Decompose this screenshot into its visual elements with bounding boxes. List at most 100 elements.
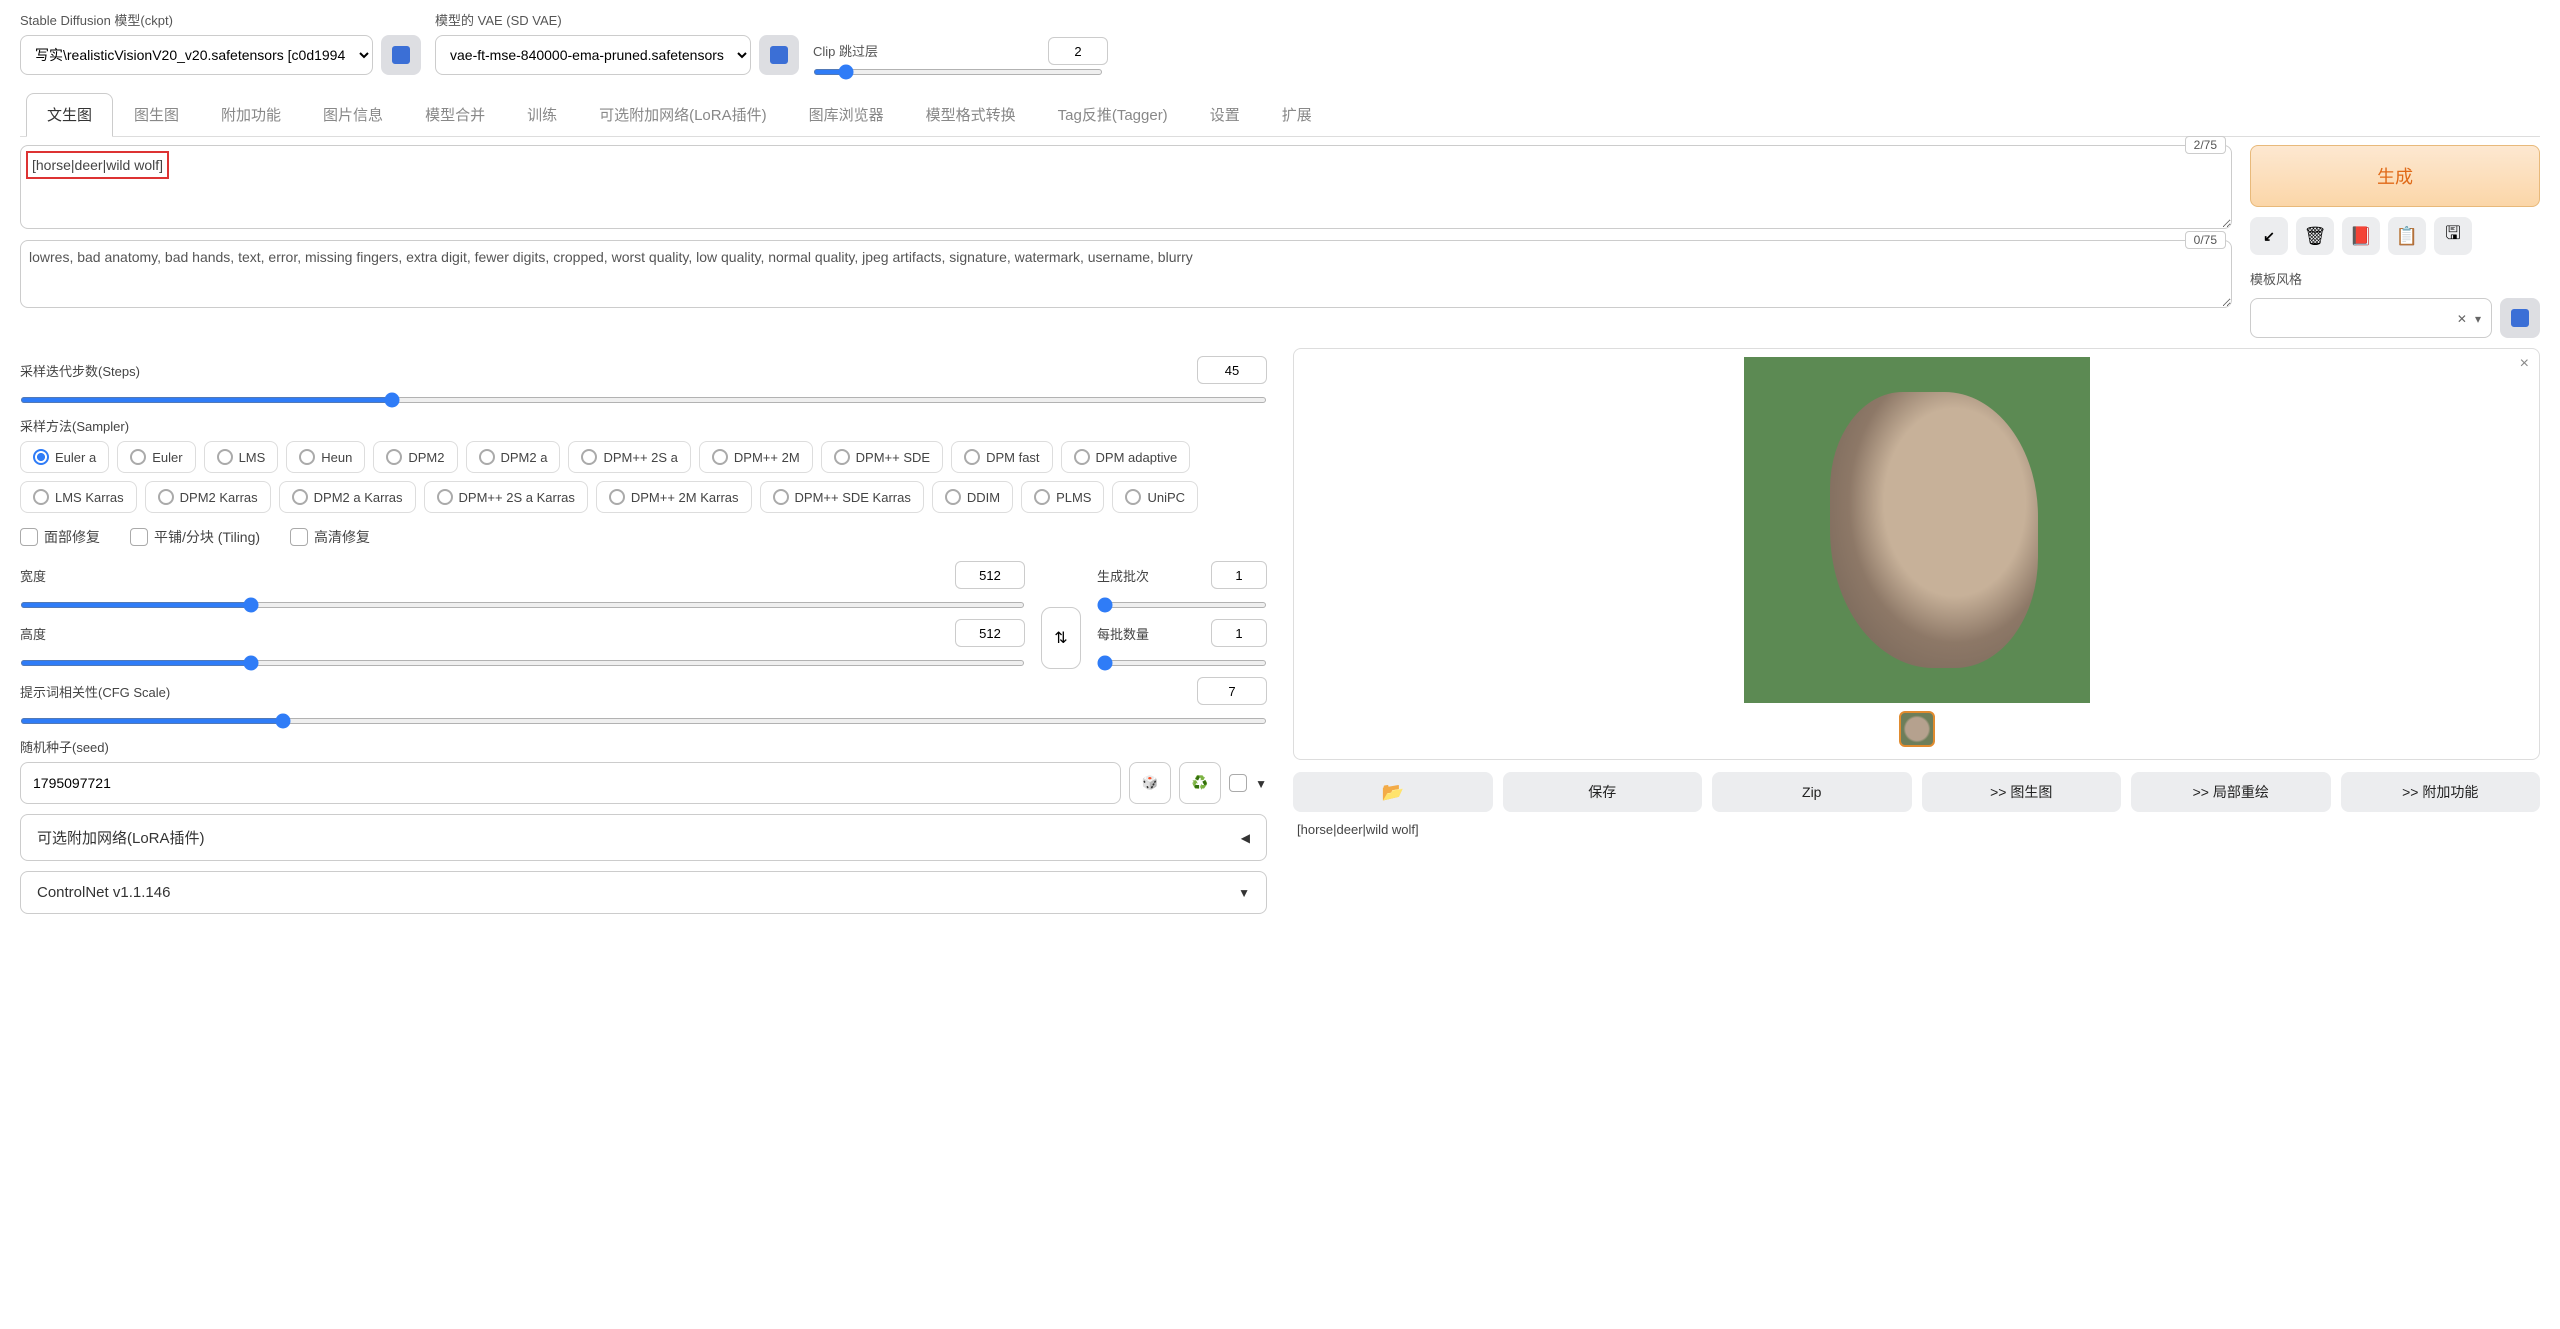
extra-networks-button[interactable]	[2342, 217, 2380, 255]
hires-checkbox[interactable]: 高清修复	[290, 527, 370, 547]
clip-value[interactable]	[1048, 37, 1108, 65]
expand-icon	[1238, 884, 1250, 901]
sampler-lms-karras[interactable]: LMS Karras	[20, 481, 137, 513]
tab-6[interactable]: 可选附加网络(LoRA插件)	[578, 93, 788, 136]
close-icon[interactable]: ×	[2520, 355, 2529, 373]
ckpt-select[interactable]: 写实\realisticVisionV20_v20.safetensors [c…	[20, 35, 373, 75]
width-value[interactable]	[955, 561, 1025, 589]
tab-10[interactable]: 设置	[1189, 93, 1261, 136]
batch-count-value[interactable]	[1211, 561, 1267, 589]
sampler-dpm-sde-karras[interactable]: DPM++ SDE Karras	[760, 481, 924, 513]
neg-token-count: 0/75	[2185, 231, 2226, 249]
negative-prompt[interactable]	[20, 240, 2232, 308]
random-seed-button[interactable]	[1129, 762, 1171, 804]
style-select[interactable]	[2250, 298, 2492, 338]
vae-label: 模型的 VAE (SD VAE)	[435, 10, 799, 29]
controlnet-accordion[interactable]: ControlNet v1.1.146	[20, 871, 1267, 914]
sampler-dpm-2s-a-karras[interactable]: DPM++ 2S a Karras	[424, 481, 588, 513]
sampler-ddim[interactable]: DDIM	[932, 481, 1013, 513]
sampler-dpm2-a-karras[interactable]: DPM2 a Karras	[279, 481, 416, 513]
save-style-button[interactable]	[2434, 217, 2472, 255]
batch-count-label: 生成批次	[1097, 566, 1149, 585]
lora-accordion[interactable]: 可选附加网络(LoRA插件)	[20, 814, 1267, 861]
sampler-dpm2-a[interactable]: DPM2 a	[466, 441, 561, 473]
send-extras-button[interactable]: >> 附加功能	[2341, 772, 2541, 812]
height-slider[interactable]	[20, 660, 1025, 666]
zip-button[interactable]: Zip	[1712, 772, 1912, 812]
radio-icon	[945, 489, 961, 505]
seed-input[interactable]	[20, 762, 1121, 804]
vae-select[interactable]: vae-ft-mse-840000-ema-pruned.safetensors	[435, 35, 751, 75]
radio-icon	[33, 449, 49, 465]
batch-count-slider[interactable]	[1097, 602, 1267, 608]
sampler-unipc[interactable]: UniPC	[1112, 481, 1198, 513]
sampler-dpm-2m-karras[interactable]: DPM++ 2M Karras	[596, 481, 752, 513]
radio-icon	[773, 489, 789, 505]
tiling-checkbox[interactable]: 平铺/分块 (Tiling)	[130, 527, 260, 547]
generated-image[interactable]	[1744, 357, 2090, 703]
face-restore-checkbox[interactable]: 面部修复	[20, 527, 100, 547]
radio-icon	[292, 489, 308, 505]
tab-9[interactable]: Tag反推(Tagger)	[1037, 93, 1189, 136]
sampler-dpm-fast[interactable]: DPM fast	[951, 441, 1052, 473]
clear-style-icon[interactable]	[2457, 310, 2467, 326]
batch-size-value[interactable]	[1211, 619, 1267, 647]
radio-icon	[1125, 489, 1141, 505]
refresh-style-button[interactable]	[2500, 298, 2540, 338]
width-slider[interactable]	[20, 602, 1025, 608]
apply-prompt-button[interactable]	[2250, 217, 2288, 255]
refresh-ckpt-button[interactable]	[381, 35, 421, 75]
refresh-icon	[770, 46, 788, 64]
generate-button[interactable]: 生成	[2250, 145, 2540, 207]
chevron-down-icon	[2475, 310, 2481, 326]
steps-slider[interactable]	[20, 397, 1267, 403]
refresh-icon	[392, 46, 410, 64]
cfg-slider[interactable]	[20, 718, 1267, 724]
refresh-vae-button[interactable]	[759, 35, 799, 75]
tab-4[interactable]: 模型合并	[404, 93, 506, 136]
radio-icon	[1074, 449, 1090, 465]
swap-wh-button[interactable]: ⇅	[1041, 607, 1081, 669]
sampler-dpm-adaptive[interactable]: DPM adaptive	[1061, 441, 1191, 473]
clip-slider[interactable]	[813, 69, 1103, 75]
positive-prompt[interactable]	[20, 145, 2232, 229]
sampler-euler-a[interactable]: Euler a	[20, 441, 109, 473]
sampler-dpm2[interactable]: DPM2	[373, 441, 457, 473]
tab-3[interactable]: 图片信息	[302, 93, 404, 136]
gallery-thumb[interactable]	[1899, 711, 1935, 747]
tab-8[interactable]: 模型格式转换	[905, 93, 1037, 136]
save-button[interactable]: 保存	[1503, 772, 1703, 812]
sampler-label: 采样方法(Sampler)	[20, 416, 1267, 435]
sampler-dpm-2s-a[interactable]: DPM++ 2S a	[568, 441, 690, 473]
sampler-dpm-sde[interactable]: DPM++ SDE	[821, 441, 943, 473]
tab-1[interactable]: 图生图	[113, 93, 200, 136]
height-label: 高度	[20, 624, 46, 643]
reuse-seed-button[interactable]	[1179, 762, 1221, 804]
tab-7[interactable]: 图库浏览器	[788, 93, 905, 136]
radio-icon	[712, 449, 728, 465]
tab-11[interactable]: 扩展	[1261, 93, 1333, 136]
open-folder-button[interactable]	[1293, 772, 1493, 812]
tab-2[interactable]: 附加功能	[200, 93, 302, 136]
cfg-value[interactable]	[1197, 677, 1267, 705]
radio-icon	[964, 449, 980, 465]
sampler-lms[interactable]: LMS	[204, 441, 279, 473]
paste-button[interactable]	[2388, 217, 2426, 255]
tab-0[interactable]: 文生图	[26, 93, 113, 137]
sampler-heun[interactable]: Heun	[286, 441, 365, 473]
output-gallery: ×	[1293, 348, 2540, 760]
tab-5[interactable]: 训练	[506, 93, 578, 136]
batch-size-slider[interactable]	[1097, 660, 1267, 666]
sampler-euler[interactable]: Euler	[117, 441, 195, 473]
sampler-plms[interactable]: PLMS	[1021, 481, 1104, 513]
height-value[interactable]	[955, 619, 1025, 647]
radio-icon	[130, 449, 146, 465]
radio-icon	[479, 449, 495, 465]
sampler-dpm-2m[interactable]: DPM++ 2M	[699, 441, 813, 473]
send-img2img-button[interactable]: >> 图生图	[1922, 772, 2122, 812]
clear-prompt-button[interactable]	[2296, 217, 2334, 255]
sampler-dpm2-karras[interactable]: DPM2 Karras	[145, 481, 271, 513]
extra-seed-checkbox[interactable]	[1229, 774, 1247, 792]
send-inpaint-button[interactable]: >> 局部重绘	[2131, 772, 2331, 812]
steps-value[interactable]	[1197, 356, 1267, 384]
